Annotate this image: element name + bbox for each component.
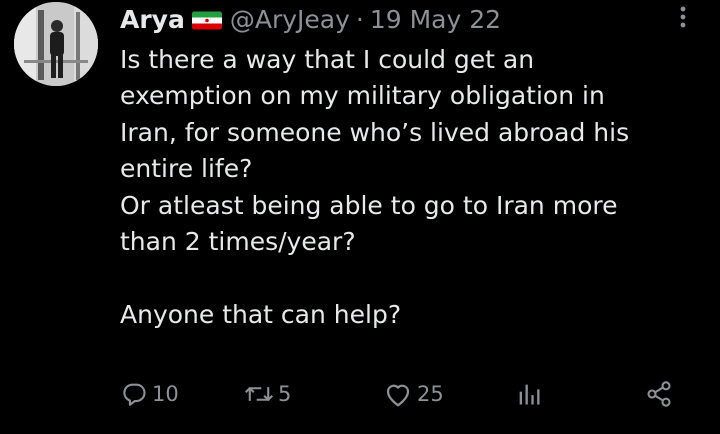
retweet-count: 5 bbox=[278, 382, 292, 406]
tweet-actions: 10 5 25 bbox=[0, 374, 720, 414]
tweet-date[interactable]: 19 May 22 bbox=[370, 5, 501, 35]
separator-dot: · bbox=[355, 5, 364, 34]
views-button[interactable] bbox=[515, 374, 547, 414]
like-button[interactable]: 25 bbox=[383, 374, 444, 414]
tweet-text: Is there a way that I could get an exemp… bbox=[120, 45, 630, 329]
share-icon bbox=[647, 381, 671, 407]
reply-button[interactable]: 10 bbox=[120, 374, 179, 414]
iran-flag-icon bbox=[191, 11, 222, 30]
reply-count: 10 bbox=[152, 382, 179, 406]
tweet-card[interactable]: Arya @AryJeay · 19 May 22 Is there a way… bbox=[0, 0, 720, 434]
heart-icon bbox=[386, 384, 410, 407]
analytics-icon bbox=[519, 384, 540, 405]
like-count: 25 bbox=[417, 382, 444, 406]
avatar[interactable] bbox=[14, 2, 98, 86]
reply-icon bbox=[123, 383, 146, 406]
share-button[interactable] bbox=[645, 374, 673, 414]
author-handle[interactable]: @AryJeay bbox=[230, 5, 350, 35]
more-options-icon[interactable] bbox=[677, 4, 689, 32]
tweet-header: Arya @AryJeay · 19 May 22 bbox=[120, 4, 501, 36]
author-name[interactable]: Arya bbox=[120, 5, 185, 35]
avatar-photo bbox=[14, 2, 98, 86]
retweet-button[interactable]: 5 bbox=[244, 374, 291, 414]
retweet-icon bbox=[244, 387, 274, 401]
